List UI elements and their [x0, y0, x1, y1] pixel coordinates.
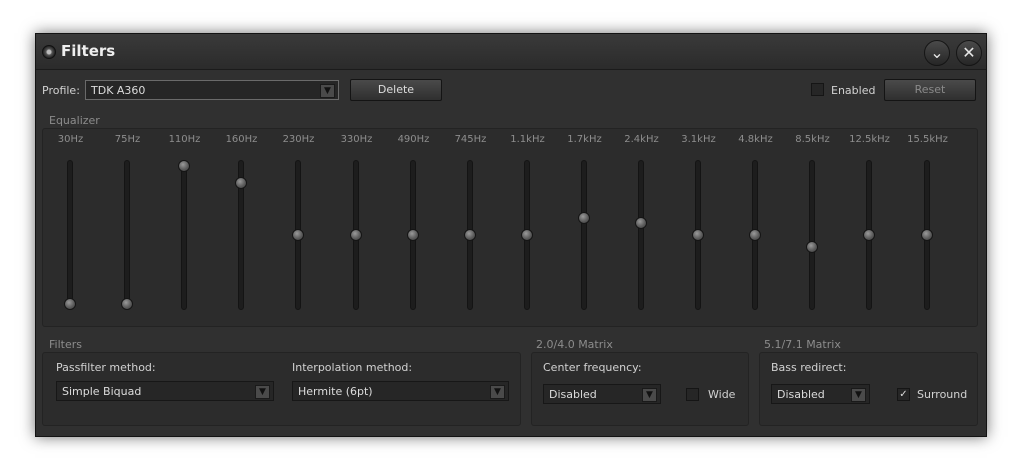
- eq-band-label: 30Hz: [57, 134, 84, 145]
- eq-band: 12.5kHz: [841, 134, 898, 316]
- bass-redirect-value: Disabled: [777, 388, 825, 401]
- passfilter-combo[interactable]: Simple Biquad ▼: [56, 381, 274, 401]
- eq-band: 230Hz: [270, 134, 327, 316]
- center-frequency-label: Center frequency:: [543, 361, 642, 374]
- eq-band: 3.1kHz: [670, 134, 727, 316]
- eq-slider-track[interactable]: [809, 160, 815, 310]
- chevron-down-icon: ⌄: [930, 43, 944, 62]
- eq-band-label: 4.8kHz: [738, 134, 773, 145]
- eq-band-label: 160Hz: [225, 134, 258, 145]
- enabled-label: Enabled: [831, 84, 876, 97]
- surround-label: Surround: [917, 388, 968, 401]
- matrix-5171-label: 5.1/7.1 Matrix: [764, 338, 841, 351]
- eq-slider-thumb[interactable]: [921, 229, 933, 241]
- eq-slider-thumb[interactable]: [235, 177, 247, 189]
- eq-slider-thumb[interactable]: [863, 229, 875, 241]
- profile-value: TDK A360: [91, 84, 146, 97]
- interpolation-value: Hermite (6pt): [298, 385, 373, 398]
- eq-slider-thumb[interactable]: [806, 241, 818, 253]
- dropdown-arrow-icon[interactable]: ▼: [851, 388, 866, 402]
- eq-band-label: 8.5kHz: [795, 134, 830, 145]
- eq-band-label: 490Hz: [397, 134, 430, 145]
- eq-band: 2.4kHz: [613, 134, 670, 316]
- eq-slider-thumb[interactable]: [350, 229, 362, 241]
- eq-slider-thumb[interactable]: [64, 298, 76, 310]
- eq-slider-thumb[interactable]: [578, 212, 590, 224]
- eq-band-label: 75Hz: [114, 134, 141, 145]
- eq-band: 15.5kHz: [899, 134, 956, 316]
- checkmark-icon: ✓: [899, 389, 908, 400]
- eq-slider-thumb[interactable]: [292, 229, 304, 241]
- center-frequency-value: Disabled: [549, 388, 597, 401]
- title-bar: Filters ⌄ ✕: [36, 34, 986, 70]
- eq-band: 330Hz: [328, 134, 385, 316]
- dropdown-arrow-icon[interactable]: ▼: [320, 84, 335, 98]
- passfilter-label: Passfilter method:: [56, 361, 156, 374]
- eq-slider-thumb[interactable]: [692, 229, 704, 241]
- eq-band: 160Hz: [213, 134, 270, 316]
- close-button[interactable]: ✕: [956, 40, 982, 66]
- profile-label: Profile:: [42, 84, 80, 97]
- eq-band: 490Hz: [385, 134, 442, 316]
- window-title: Filters: [61, 42, 116, 60]
- passfilter-value: Simple Biquad: [62, 385, 142, 398]
- enabled-checkbox[interactable]: [811, 83, 824, 96]
- eq-band: 75Hz: [99, 134, 156, 316]
- eq-band: 1.1kHz: [499, 134, 556, 316]
- eq-slider-thumb[interactable]: [521, 229, 533, 241]
- eq-slider-thumb[interactable]: [178, 160, 190, 172]
- close-icon: ✕: [962, 43, 976, 62]
- eq-band-label: 110Hz: [168, 134, 201, 145]
- eq-slider-track[interactable]: [124, 160, 130, 310]
- collapse-button[interactable]: ⌄: [924, 40, 950, 66]
- eq-slider-thumb[interactable]: [635, 217, 647, 229]
- bass-redirect-label: Bass redirect:: [771, 361, 847, 374]
- eq-slider-thumb[interactable]: [464, 229, 476, 241]
- app-icon: [42, 45, 56, 59]
- dropdown-arrow-icon[interactable]: ▼: [255, 385, 270, 399]
- dropdown-arrow-icon[interactable]: ▼: [490, 385, 505, 399]
- interpolation-combo[interactable]: Hermite (6pt) ▼: [292, 381, 509, 401]
- eq-slider-thumb[interactable]: [749, 229, 761, 241]
- eq-slider-thumb[interactable]: [121, 298, 133, 310]
- interpolation-label: Interpolation method:: [292, 361, 413, 374]
- reset-button[interactable]: Reset: [884, 79, 976, 101]
- eq-band-label: 15.5kHz: [907, 134, 948, 145]
- eq-band-label: 330Hz: [340, 134, 373, 145]
- eq-band-label: 3.1kHz: [681, 134, 716, 145]
- eq-band: 4.8kHz: [727, 134, 784, 316]
- eq-band: 110Hz: [156, 134, 213, 316]
- eq-band: 8.5kHz: [784, 134, 841, 316]
- bass-redirect-combo[interactable]: Disabled ▼: [771, 384, 870, 404]
- eq-band: 1.7kHz: [556, 134, 613, 316]
- wide-label: Wide: [708, 388, 736, 401]
- eq-slider-thumb[interactable]: [407, 229, 419, 241]
- equalizer-label: Equalizer: [49, 114, 100, 127]
- eq-slider-track[interactable]: [638, 160, 644, 310]
- eq-band-label: 745Hz: [454, 134, 487, 145]
- matrix-2040-label: 2.0/4.0 Matrix: [536, 338, 613, 351]
- eq-slider-track[interactable]: [181, 160, 187, 310]
- eq-band-label: 12.5kHz: [849, 134, 890, 145]
- surround-checkbox[interactable]: ✓: [897, 388, 910, 401]
- eq-slider-track[interactable]: [581, 160, 587, 310]
- eq-band-label: 230Hz: [282, 134, 315, 145]
- eq-band: 30Hz: [42, 134, 99, 316]
- dropdown-arrow-icon[interactable]: ▼: [642, 388, 657, 402]
- eq-band: 745Hz: [442, 134, 499, 316]
- delete-button[interactable]: Delete: [350, 79, 442, 101]
- eq-slider-track[interactable]: [67, 160, 73, 310]
- filters-window: Filters ⌄ ✕ Profile: TDK A360 ▼ Delete E…: [35, 33, 987, 437]
- eq-band-label: 1.7kHz: [567, 134, 602, 145]
- eq-band-label: 1.1kHz: [510, 134, 545, 145]
- filters-section-label: Filters: [49, 338, 82, 351]
- wide-checkbox[interactable]: [686, 388, 699, 401]
- center-frequency-combo[interactable]: Disabled ▼: [543, 384, 661, 404]
- profile-combo[interactable]: TDK A360 ▼: [85, 80, 339, 100]
- eq-band-label: 2.4kHz: [624, 134, 659, 145]
